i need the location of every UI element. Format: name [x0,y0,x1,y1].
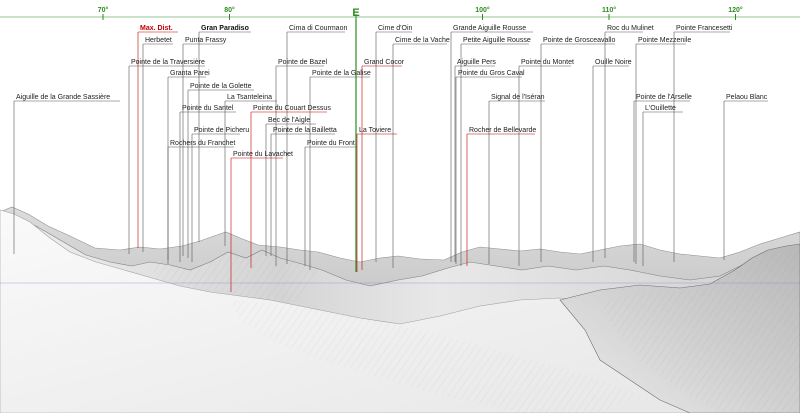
peak-label[interactable]: Aiguille Pers [457,59,496,66]
peak-label[interactable]: Petite Aiguille Rousse [463,37,531,44]
peak-label[interactable]: Max. Dist. [140,25,173,32]
peak-label[interactable]: Pointe de la Bailletta [273,127,337,134]
peak-label[interactable]: Herbetet [145,37,172,44]
peak-label[interactable]: Pointe de Grosceavallo [543,37,615,44]
peak-label[interactable]: Cima di Courmaon [289,25,347,32]
mountain-terrain [0,206,800,413]
peak-label[interactable]: Pelaou Blanc [726,94,768,101]
scale-tick-label: 110° [602,6,616,14]
peak-label[interactable]: Pointe du Santel [182,105,234,112]
peak-label[interactable]: Gran Paradiso [201,25,249,32]
panorama-canvas: 70° 80° 100° 110° 120° E Max. Dist. Gran Parad… [0,6,800,413]
scale-tick-label: 80° [224,6,235,14]
peak-label[interactable]: Pointe du Gros Caval [458,70,525,77]
peak-label[interactable]: Bec de l'Aigle [268,117,310,124]
peak-label[interactable]: Grande Aiguille Rousse [453,25,526,32]
peak-label[interactable]: Cime de la Vache [395,37,450,44]
peak-label[interactable]: Pointe Francesetti [676,25,733,32]
peak-label[interactable]: Pointe du Front [307,140,355,147]
peak-label[interactable]: Ouille Noire [595,59,632,66]
peak-label[interactable]: Pointe de l'Arselle [636,94,692,101]
peak-label[interactable]: Punta Frassy [185,37,227,44]
peak-label[interactable]: La Toviere [359,127,391,134]
peak-label[interactable]: Pointe du Montet [521,59,574,66]
peak-label[interactable]: Aiguille de la Grande Sassière [16,94,110,101]
peak-label[interactable]: La Tsanteleina [227,94,272,101]
peak-label[interactable]: Grand Cocor [364,59,405,66]
peak-label[interactable]: Signal de l'Iséran [491,94,545,101]
peak-label[interactable]: Pointe du Couart Dessus [253,105,331,112]
peak-label[interactable]: Rochers du Franchet [170,140,235,147]
peak-label[interactable]: Cime d'Oin [378,25,413,32]
peak-label[interactable]: Roc du Mulinet [607,25,654,32]
peak-label[interactable]: Pointe de Bazel [278,59,327,66]
peak-label[interactable]: Pointe de la Galise [312,70,371,77]
peak-label[interactable]: Pointe de la Traversière [131,59,205,66]
peak-label[interactable]: Rocher de Bellevarde [469,127,536,134]
peak-label[interactable]: Pointe du Lavachet [233,151,293,158]
scale-tick-label: 120° [728,6,743,14]
peak-label[interactable]: Pointe de Picheru [194,127,249,134]
scale-tick-label: 100° [475,6,490,14]
peak-label[interactable]: Pointe Mezzenile [638,37,691,44]
compass-direction-label: E [352,7,359,19]
peak-label[interactable]: Granta Parei [170,70,210,77]
peak-label[interactable]: L'Ouillette [645,105,676,112]
scale-tick-label: 70° [98,6,109,14]
azimuth-scale: 70° 80° 100° 110° 120° E [0,6,800,272]
panorama-view: 70° 80° 100° 110° 120° E Max. Dist. Gran Parad… [0,0,800,413]
peak-label[interactable]: Pointe de la Golette [190,83,252,90]
